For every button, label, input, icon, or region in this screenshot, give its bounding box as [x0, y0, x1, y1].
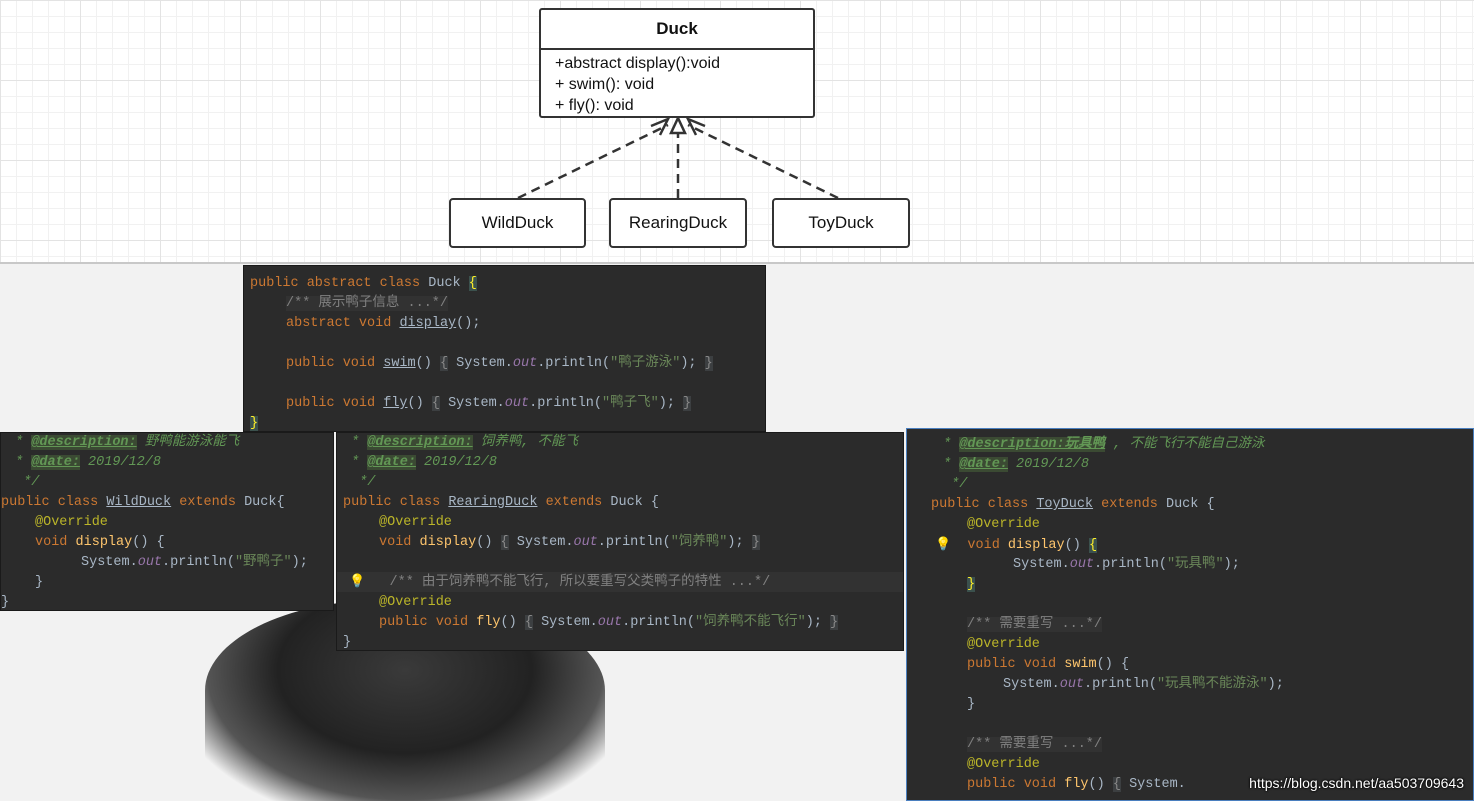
code-line: } [250, 416, 259, 431]
wildduck-class-box[interactable]: WildDuck [449, 198, 586, 248]
code-line: @Override [35, 515, 108, 530]
code-line: void display() { System.out.println("饲养鸭… [379, 535, 760, 550]
duck-class-box[interactable]: Duck +abstract display():void + swim(): … [539, 8, 815, 118]
code-line: /** 需要重写 ...*/ [967, 737, 1103, 752]
wildduck-code-panel[interactable]: * @description: 野鸭能游泳能飞 * @date: 2019/12… [0, 432, 334, 611]
code-line: * @description: 饲养鸭, 不能飞 [343, 435, 578, 450]
lightbulb-icon[interactable]: 💡 [349, 574, 365, 589]
code-line: public void fly() { System. [967, 777, 1186, 792]
rearingduck-class-box[interactable]: RearingDuck [609, 198, 747, 248]
code-line: public void swim() { [967, 657, 1130, 672]
rearingduck-code-panel[interactable]: * @description: 饲养鸭, 不能飞 * @date: 2019/1… [336, 432, 904, 651]
code-line: @Override [967, 757, 1040, 772]
duck-class-title: Duck [541, 10, 813, 50]
duck-code-panel[interactable]: public abstract class Duck { /** 展示鸭子信息 … [243, 265, 766, 432]
code-line: * @date: 2019/12/8 [343, 455, 497, 470]
code-line: } [967, 577, 976, 592]
code-line: /** 展示鸭子信息 ...*/ [286, 296, 449, 311]
code-line: } [967, 697, 976, 712]
code-line: System.out.println("玩具鸭不能游泳"); [1003, 677, 1284, 692]
code-line: } [1, 595, 10, 610]
uml-diagram: Duck +abstract display():void + swim(): … [0, 0, 1474, 262]
duck-operation: + fly(): void [555, 97, 634, 114]
code-line: * @date: 2019/12/8 [935, 457, 1089, 472]
code-line: @Override [967, 517, 1040, 532]
code-line: System.out.println("野鸭子"); [81, 555, 308, 570]
code-line: 💡 void display() { [935, 537, 1098, 553]
code-line: * @date: 2019/12/8 [7, 455, 161, 470]
lightbulb-icon[interactable]: 💡 [935, 537, 951, 552]
code-line: public class ToyDuck extends Duck { [931, 497, 1215, 512]
code-line: void display() { [35, 535, 165, 550]
code-line: } [35, 575, 44, 590]
code-line: public void fly() { System.out.println("… [286, 396, 692, 411]
code-line: /** 需要重写 ...*/ [967, 617, 1103, 632]
code-line: */ [935, 477, 968, 492]
code-line: @Override [379, 595, 452, 610]
code-line: public abstract class Duck { [250, 276, 477, 291]
code-line-current: 💡 /** 由于饲养鸭不能飞行, 所以要重写父类鸭子的特性 ...*/ [337, 572, 903, 592]
toyduck-class-box[interactable]: ToyDuck [772, 198, 910, 248]
code-line: abstract void display(); [286, 316, 481, 331]
watermark-url: https://blog.csdn.net/aa503709643 [1249, 775, 1464, 791]
code-line: */ [7, 475, 40, 490]
code-line: @Override [967, 637, 1040, 652]
code-line: public void swim() { System.out.println(… [286, 356, 713, 371]
duck-operation: + swim(): void [555, 76, 655, 93]
toyduck-code-panel[interactable]: * @description:玩具鸭 , 不能飞行不能自己游泳 * @date:… [906, 428, 1474, 801]
code-line: public void fly() { System.out.println("… [379, 615, 839, 630]
code-line: public class WildDuck extends Duck{ [1, 495, 285, 510]
code-line: public class RearingDuck extends Duck { [343, 495, 659, 510]
code-line: */ [343, 475, 376, 490]
duck-operation: +abstract display():void [555, 55, 720, 72]
code-line: * @description: 野鸭能游泳能飞 [7, 435, 240, 450]
code-line: } [343, 635, 352, 650]
code-line: System.out.println("玩具鸭"); [1013, 557, 1240, 572]
code-line: * @description:玩具鸭 , 不能飞行不能自己游泳 [935, 437, 1265, 452]
code-line: @Override [379, 515, 452, 530]
